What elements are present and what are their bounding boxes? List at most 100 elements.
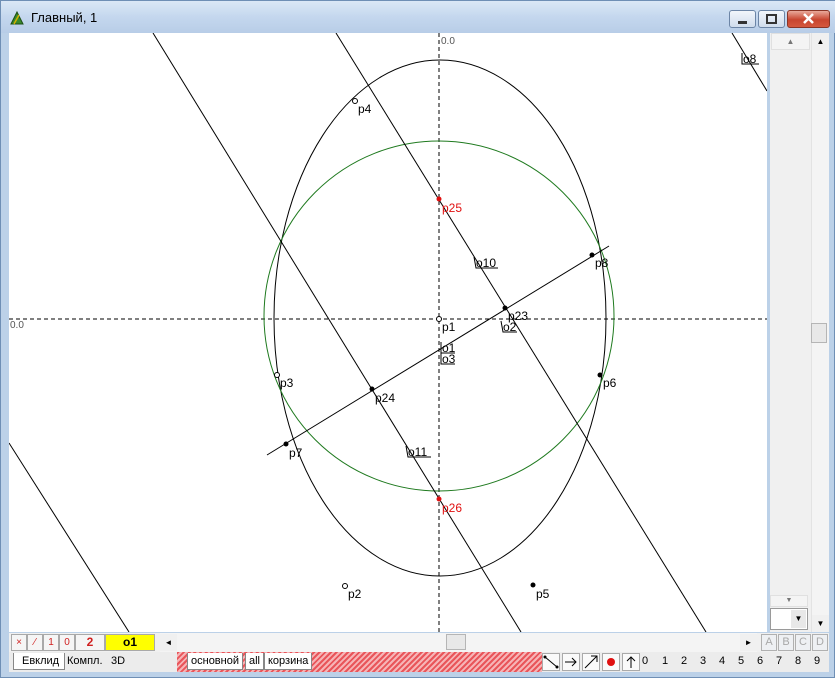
digit-4[interactable]: 4 — [719, 655, 725, 667]
point-p3[interactable] — [274, 372, 280, 378]
one-tool[interactable]: 1 — [43, 634, 59, 651]
digit-5[interactable]: 5 — [738, 655, 744, 667]
point-p8[interactable] — [589, 252, 595, 258]
red-dot-tool[interactable] — [602, 653, 620, 671]
label-p26: p26 — [442, 501, 462, 515]
point-p2[interactable] — [342, 583, 348, 589]
line-far-left[interactable] — [9, 442, 130, 632]
label-p25: p25 — [442, 201, 462, 215]
scroll-up-button[interactable]: ▲ — [812, 33, 829, 50]
label-p6: p6 — [603, 376, 617, 390]
axis-label-top: 0.0 — [441, 36, 455, 47]
diagonal-arrow-icon — [584, 655, 598, 669]
diagonal-arrow-tool[interactable] — [582, 653, 600, 671]
point-p24[interactable] — [369, 386, 375, 392]
tab-main-layer[interactable]: основной — [187, 653, 243, 670]
object-o2[interactable]: o2 — [500, 320, 517, 334]
point-p7[interactable] — [283, 441, 289, 447]
line-left[interactable] — [152, 33, 522, 632]
point-p4[interactable] — [352, 98, 358, 104]
slash-tool[interactable]: ⁄ — [27, 634, 43, 651]
label-o8: o8 — [743, 52, 757, 66]
mini-scroll-top[interactable]: ▲ — [771, 33, 810, 50]
tab-trash-layer[interactable]: корзина — [264, 653, 313, 670]
letter-c-button[interactable]: C — [795, 634, 811, 651]
title-bar[interactable]: Главный, 1 — [1, 1, 835, 33]
axis-label-left: 0.0 — [10, 320, 24, 331]
geometry-drawing[interactable]: 0.0 0.0 p1 p2 p3 p4 p5 p6 p7 p8 p23 p24 … — [9, 33, 767, 632]
label-p7: p7 — [289, 446, 303, 460]
digit-0[interactable]: 0 — [642, 655, 648, 667]
horizontal-scrollbar[interactable]: ◄ ► — [160, 633, 757, 652]
point-p1[interactable] — [436, 316, 442, 322]
drawing-canvas[interactable]: 0.0 0.0 p1 p2 p3 p4 p5 p6 p7 p8 p23 p24 … — [9, 33, 767, 632]
label-o2: o2 — [503, 320, 517, 334]
arrow-right-tool[interactable] — [562, 653, 580, 671]
object-o10[interactable]: o10 — [473, 256, 498, 270]
label-p24: p24 — [375, 391, 395, 405]
line-right[interactable] — [335, 33, 707, 632]
digit-6[interactable]: 6 — [757, 655, 763, 667]
maximize-icon — [766, 14, 777, 24]
app-icon — [10, 10, 24, 25]
scroll-right-button[interactable]: ► — [740, 634, 757, 651]
chevron-down-icon[interactable]: ▼ — [791, 610, 806, 628]
point-p5[interactable] — [530, 582, 536, 588]
vertical-scroll-thumb[interactable] — [811, 323, 827, 343]
digit-7[interactable]: 7 — [776, 655, 782, 667]
point-p25[interactable] — [436, 196, 442, 202]
digit-2[interactable]: 2 — [681, 655, 687, 667]
scroll-down-button[interactable]: ▼ — [812, 615, 829, 632]
scroll-left-button[interactable]: ◄ — [160, 634, 177, 651]
horizontal-scroll-thumb[interactable] — [446, 634, 466, 650]
layer-combo[interactable]: ▼ — [770, 608, 808, 630]
tab-bar: Евклид Компл. 3D основной all корзина 0 … — [9, 652, 829, 672]
label-o10: o10 — [476, 256, 496, 270]
arrow-up-icon — [626, 656, 636, 668]
count-badge[interactable]: 2 — [75, 634, 105, 651]
mini-scroll-bottom[interactable]: ▼ — [770, 595, 808, 607]
active-object-field[interactable]: o1 — [105, 634, 155, 651]
zero-tool[interactable]: 0 — [59, 634, 75, 651]
digit-1[interactable]: 1 — [662, 655, 668, 667]
label-p4: p4 — [358, 102, 372, 116]
object-o3[interactable]: o3 — [440, 352, 456, 366]
tab-complex[interactable]: Компл. — [67, 653, 103, 670]
point-p26[interactable] — [436, 496, 442, 502]
object-toolbar: × ⁄ 1 0 2 o1 ◄ ► A B C D — [9, 633, 829, 652]
delete-tool[interactable]: × — [11, 634, 27, 651]
arrow-right-icon — [565, 657, 577, 667]
point-p6[interactable] — [597, 372, 603, 378]
object-o8[interactable]: o8 — [741, 52, 759, 66]
object-o11[interactable]: o11 — [405, 445, 431, 459]
digit-9[interactable]: 9 — [814, 655, 820, 667]
window-title: Главный, 1 — [31, 10, 98, 25]
maximize-button[interactable] — [758, 10, 785, 28]
segment-icon — [543, 655, 559, 669]
digit-3[interactable]: 3 — [700, 655, 706, 667]
tab-all-layer[interactable]: all — [245, 653, 265, 670]
letter-a-button[interactable]: A — [761, 634, 777, 651]
label-p1: p1 — [442, 320, 456, 334]
minimize-icon — [738, 21, 747, 24]
label-p2: p2 — [348, 587, 362, 601]
letter-d-button[interactable]: D — [812, 634, 828, 651]
close-button[interactable] — [787, 10, 830, 28]
letter-b-button[interactable]: B — [778, 634, 794, 651]
vertical-scrollbar-area: ▲ ▲ ▼ ▼ ▼ — [770, 33, 829, 632]
point-p23[interactable] — [502, 305, 508, 311]
tab-euclid[interactable]: Евклид — [13, 653, 65, 670]
segment-tool[interactable] — [542, 653, 560, 671]
line-diagonal[interactable] — [266, 245, 610, 456]
red-dot-icon — [607, 658, 615, 666]
minimize-button[interactable] — [729, 10, 756, 28]
close-icon — [803, 13, 814, 24]
label-p5: p5 — [536, 587, 550, 601]
label-p8: p8 — [595, 256, 609, 270]
arrow-up-tool[interactable] — [622, 653, 640, 671]
label-p3: p3 — [280, 376, 294, 390]
tab-3d[interactable]: 3D — [111, 653, 125, 670]
label-o11: o11 — [408, 445, 427, 459]
label-o3: o3 — [442, 352, 456, 366]
digit-8[interactable]: 8 — [795, 655, 801, 667]
